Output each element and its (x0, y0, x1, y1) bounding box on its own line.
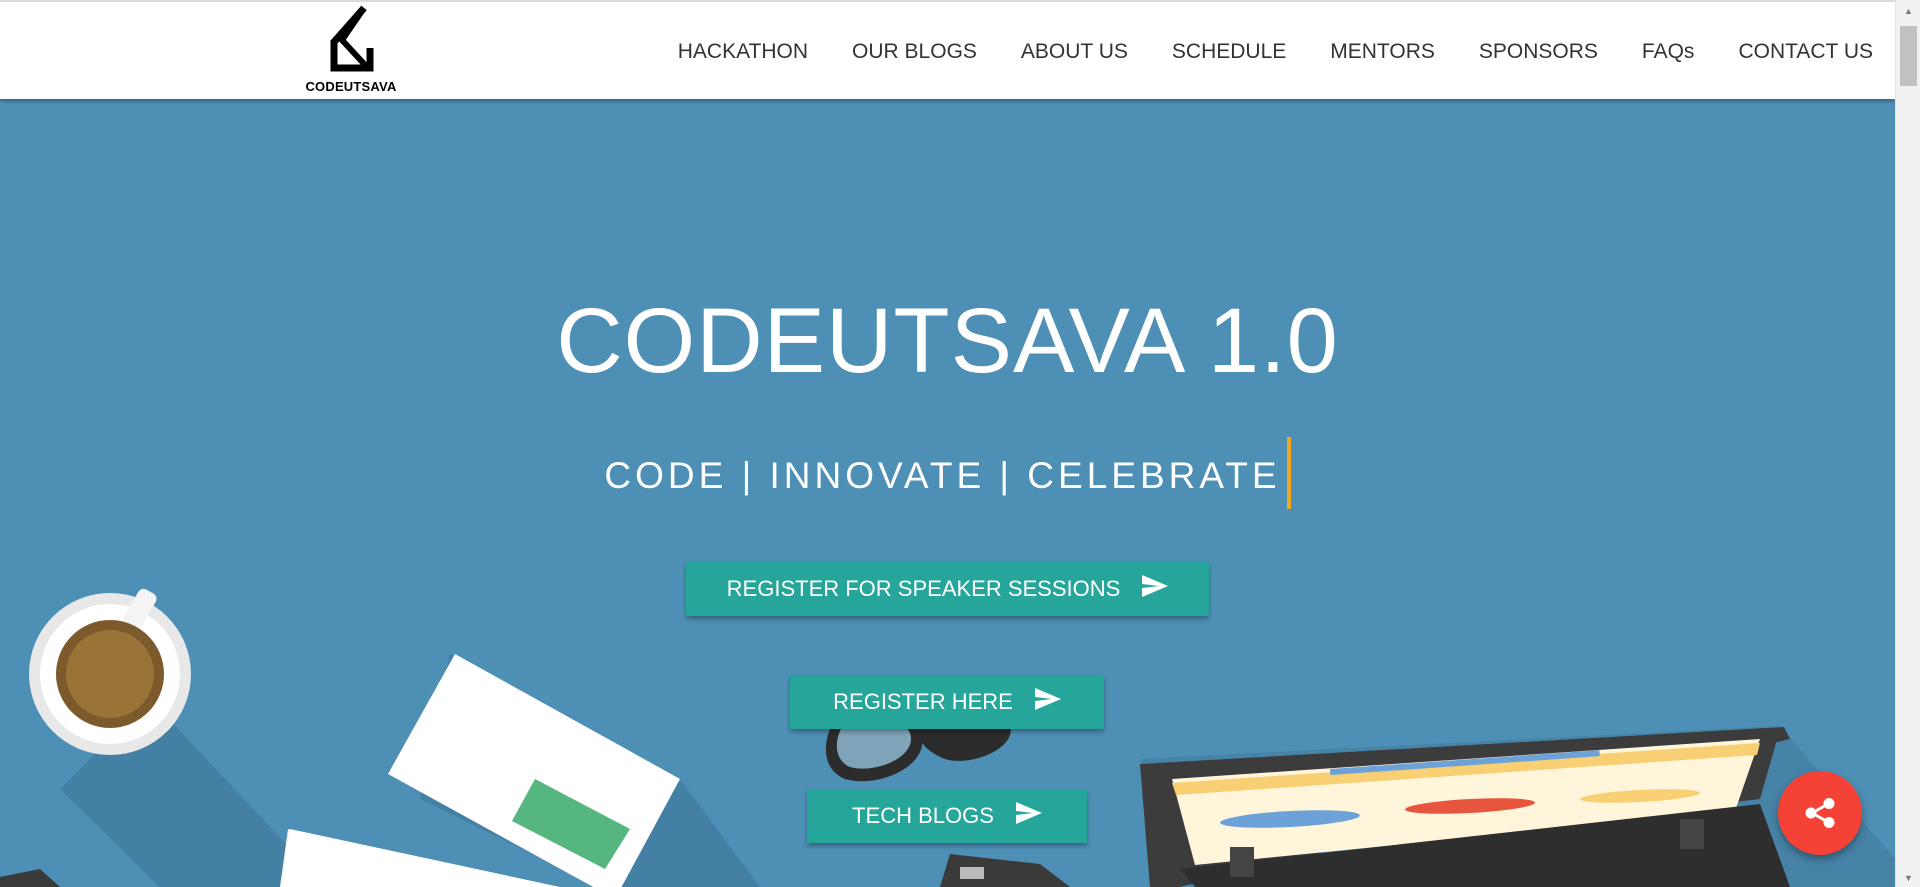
vertical-scrollbar[interactable]: ▲ ▼ (1895, 0, 1920, 887)
hero-title: CODEUTSAVA 1.0 (556, 290, 1339, 392)
typing-cursor (1286, 437, 1291, 509)
nav-link-sponsors[interactable]: SPONSORS (1479, 40, 1598, 64)
send-icon (1034, 688, 1061, 716)
scroll-up-arrow-icon[interactable]: ▲ (1896, 2, 1920, 20)
logo-icon (330, 5, 374, 72)
send-icon (1142, 575, 1169, 603)
nav-link-hackathon[interactable]: HACKATHON (678, 40, 808, 64)
register-here-button[interactable]: REGISTER HERE (790, 675, 1104, 729)
register-here-label: REGISTER HERE (833, 689, 1013, 714)
send-icon (1015, 802, 1042, 830)
scrollbar-thumb[interactable] (1900, 26, 1917, 86)
nav-link-contact-us[interactable]: CONTACT US (1738, 40, 1873, 64)
nav-link-mentors[interactable]: MENTORS (1330, 40, 1435, 64)
logo-text: CODEUTSAVA (305, 79, 397, 94)
nav-menu: HACKATHON OUR BLOGS ABOUT US SCHEDULE ME… (678, 2, 1873, 101)
envelope-illustration (388, 654, 760, 887)
hero-tagline: CODE | INNOVATE | CELEBRATE (0, 437, 1895, 509)
scroll-down-arrow-icon[interactable]: ▼ (1896, 869, 1920, 887)
logo-link[interactable]: CODEUTSAVA (296, 4, 406, 96)
calculator-illustration (940, 854, 1070, 887)
hero-section: CODEUTSAVA 1.0 CODE | INNOVATE | CELEBRA… (0, 99, 1895, 887)
coffee-cup-illustration (29, 588, 300, 887)
tagline-text: CODE | INNOVATE | CELEBRATE (604, 454, 1281, 496)
tech-blogs-label: TECH BLOGS (852, 803, 994, 828)
register-speaker-sessions-button[interactable]: REGISTER FOR SPEAKER SESSIONS (686, 562, 1209, 616)
share-fab-button[interactable] (1778, 771, 1862, 855)
tech-blogs-button[interactable]: TECH BLOGS (807, 789, 1087, 843)
navbar: CODEUTSAVA HACKATHON OUR BLOGS ABOUT US … (0, 0, 1895, 99)
nav-link-schedule[interactable]: SCHEDULE (1172, 40, 1286, 64)
nav-link-faqs[interactable]: FAQs (1642, 40, 1695, 64)
register-speaker-sessions-label: REGISTER FOR SPEAKER SESSIONS (726, 576, 1121, 601)
share-icon (1805, 798, 1835, 828)
page: CODEUTSAVA HACKATHON OUR BLOGS ABOUT US … (0, 0, 1920, 887)
nav-link-our-blogs[interactable]: OUR BLOGS (852, 40, 977, 64)
nav-link-about-us[interactable]: ABOUT US (1021, 40, 1128, 64)
